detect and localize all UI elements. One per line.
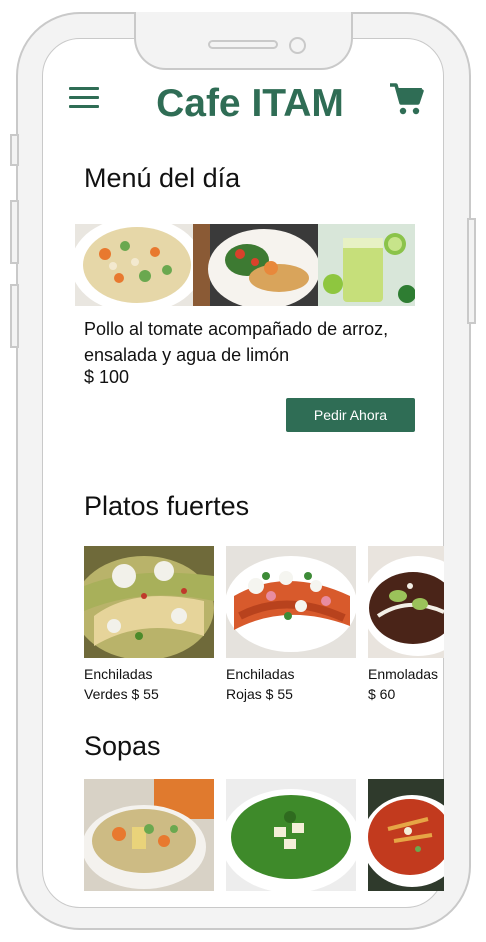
soup-card-3[interactable] xyxy=(368,779,444,891)
menu-del-dia-price: $ 100 xyxy=(84,367,130,387)
front-camera xyxy=(289,37,306,54)
pedir-ahora-button[interactable]: Pedir Ahora xyxy=(286,398,415,432)
enchiladas-rojas-image xyxy=(226,546,356,658)
dish-card-enchiladas-verdes[interactable]: Enchiladas Verdes $ 55 xyxy=(84,546,214,704)
dish-card-enmoladas[interactable]: Enmoladas $ 60 xyxy=(368,546,444,704)
dish-price: $ 60 xyxy=(368,686,396,702)
menu-del-dia-image xyxy=(75,224,415,306)
speaker-grille xyxy=(208,40,278,49)
dish-name: Enmoladas xyxy=(368,666,439,682)
dish-price: Rojas $ 55 xyxy=(226,686,293,702)
tortilla-soup-image xyxy=(368,779,444,891)
dish-card-enchiladas-rojas[interactable]: Enchiladas Rojas $ 55 xyxy=(226,546,356,704)
vegetable-soup-image xyxy=(84,779,214,891)
soup-card-1[interactable] xyxy=(84,779,214,891)
menu-del-dia-description: Pollo al tomate acompañado de arroz, ens… xyxy=(84,319,389,365)
dish-label: Enchiladas Rojas $ 55 xyxy=(226,664,356,704)
side-button-mute xyxy=(10,134,19,166)
side-button-power xyxy=(467,218,476,324)
dish-label: Enchiladas Verdes $ 55 xyxy=(84,664,214,704)
dish-name: Enchiladas xyxy=(226,666,295,682)
dish-name: Enchiladas xyxy=(84,666,153,682)
hamburger-menu-icon[interactable] xyxy=(69,87,99,109)
dish-price: Verdes $ 55 xyxy=(84,686,159,702)
green-soup-image xyxy=(226,779,356,891)
shopping-cart-icon[interactable] xyxy=(388,82,424,116)
app-title: Cafe ITAM xyxy=(156,82,344,125)
side-button-volume-down xyxy=(10,284,19,348)
soup-card-2[interactable] xyxy=(226,779,356,891)
menu-del-dia-heading: Menú del día xyxy=(84,163,241,193)
sopas-heading: Sopas xyxy=(84,731,161,761)
enmoladas-image xyxy=(368,546,444,658)
dish-label: Enmoladas $ 60 xyxy=(368,664,444,704)
side-button-volume-up xyxy=(10,200,19,264)
platos-fuertes-heading: Platos fuertes xyxy=(84,491,250,521)
enchiladas-verdes-image xyxy=(84,546,214,658)
